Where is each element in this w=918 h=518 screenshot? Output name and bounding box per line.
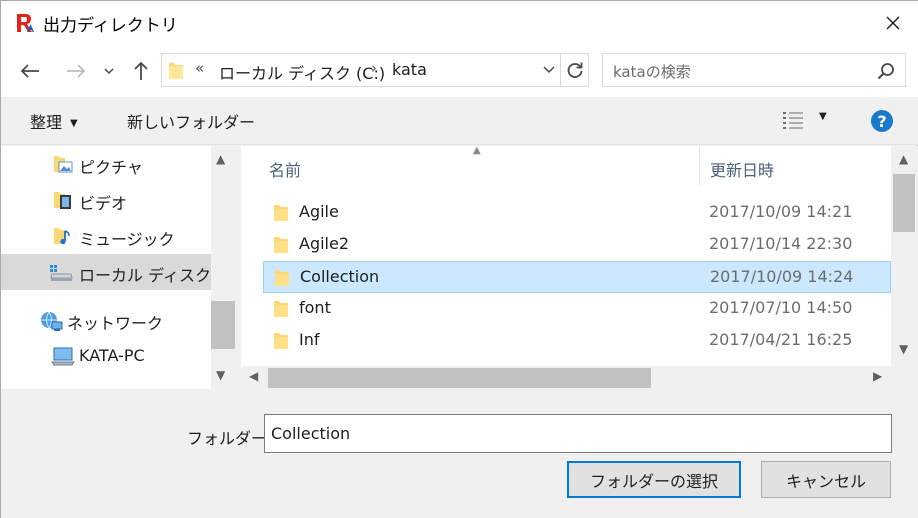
scroll-right-icon[interactable]: ▶ [873,369,882,383]
forward-button[interactable] [62,58,90,84]
command-bar: 整理 ▼ 新しいフォルダー ▼ [1,97,918,145]
breadcrumb-separator-icon[interactable]: › [371,59,377,77]
column-header-name[interactable]: 名前 [241,146,699,186]
file-modified: 2017/10/14 22:30 [709,234,853,253]
search-icon[interactable] [877,62,895,80]
organize-button[interactable]: 整理 ▼ [30,109,78,133]
navigation-pane: ピクチャ ビデオ ミュージック ローカル ディスク (C:) ネットワ [1,146,235,389]
file-row[interactable]: Agile 2017/10/09 14:21 [263,197,891,229]
column-name-label: 名前 [269,161,302,180]
file-modified: 2017/10/09 14:21 [709,202,853,221]
nav-pane-scrollbar[interactable]: ▲ ▼ [211,146,235,389]
nav-item-label: ネットワーク [67,314,164,333]
arrow-up-icon [134,61,148,80]
select-folder-button[interactable]: フォルダーの選択 [567,461,741,498]
scrollbar-corner [891,366,918,389]
file-name: Inf [299,330,320,349]
file-row-selected[interactable]: Collection 2017/10/09 14:24 [263,261,891,293]
back-button[interactable] [16,58,44,84]
local-disk-icon [50,265,73,281]
file-row[interactable]: Agile2 2017/10/14 22:30 [263,229,891,261]
file-list-horizontal-scrollbar[interactable]: ◀ ▶ [241,366,891,389]
scroll-left-icon[interactable]: ◀ [249,369,258,383]
folder-icon [274,333,288,349]
dialog-footer: フォルダー: フォルダーの選択 キャンセル [1,389,918,518]
file-modified: 2017/10/09 14:24 [710,267,854,286]
new-folder-button[interactable]: 新しいフォルダー [127,109,255,133]
scroll-up-icon[interactable]: ▲ [216,152,225,166]
caret-down-icon: ▼ [70,118,78,129]
search-input[interactable]: kataの検索 [613,61,691,82]
folder-icon [169,63,183,79]
folder-icon [274,301,288,317]
file-row[interactable]: Inf 2017/04/21 16:25 [263,325,891,357]
organize-label: 整理 [30,113,63,132]
nav-item-label: ビデオ [79,194,128,213]
file-name: Agile2 [299,234,350,253]
window-title: 出力ディレクトリ [43,16,178,36]
close-button[interactable] [869,1,917,45]
recent-locations-button[interactable] [97,58,121,84]
folder-field-label: フォルダー: [187,429,273,448]
up-button[interactable] [127,58,155,84]
refresh-button[interactable] [560,54,588,86]
column-modified-label: 更新日時 [710,161,775,180]
nav-item-label: KATA-PC [79,346,145,365]
overflow-chevron-icon[interactable]: « [195,59,204,77]
title-bar: 出力ディレクトリ [1,1,918,45]
close-icon [886,16,900,30]
nav-item-videos[interactable]: ビデオ [1,182,211,218]
file-list-vertical-scrollbar[interactable]: ▲ ▼ [891,146,918,366]
app-logo-icon [15,12,37,34]
help-icon[interactable]: ? [871,110,893,132]
chevron-down-icon [543,66,555,74]
file-row[interactable]: font 2017/07/10 14:50 [263,293,891,325]
scroll-down-icon[interactable]: ▼ [216,368,225,382]
file-name: Collection [300,267,380,286]
view-options-caret-icon[interactable]: ▼ [819,111,827,122]
folder-icon [274,205,288,221]
videos-folder-icon [54,192,71,209]
column-header-modified[interactable]: 更新日時 [700,146,891,186]
breadcrumb-local-disk[interactable]: ローカル ディスク (C:) [219,60,385,84]
refresh-icon [567,62,582,78]
arrow-right-icon [67,64,86,78]
file-modified: 2017/07/10 14:50 [709,298,853,317]
pictures-folder-icon [54,156,73,173]
chevron-down-icon [104,68,114,75]
nav-item-network[interactable]: ネットワーク [1,302,211,338]
arrow-left-icon [20,64,39,78]
details-view-icon[interactable] [783,111,805,129]
search-box[interactable]: kataの検索 [602,53,906,87]
folder-icon [275,270,289,286]
scroll-up-icon[interactable]: ▲ [899,152,908,166]
nav-item-pictures[interactable]: ピクチャ [1,146,211,182]
nav-item-music[interactable]: ミュージック [1,218,211,254]
network-icon [41,311,63,331]
file-list: ▲ 名前 更新日時 Agile 2017/10/09 14:21 Agile2 … [241,145,918,389]
nav-item-label: ミュージック [79,230,175,249]
folder-icon [274,237,288,253]
navigation-bar: « ローカル ディスク (C:) › kata kataの検索 [1,45,918,97]
file-name: font [299,298,331,317]
scroll-down-icon[interactable]: ▼ [899,342,908,356]
cancel-button[interactable]: キャンセル [761,461,891,498]
folder-name-field[interactable] [264,414,892,453]
scrollbar-thumb[interactable] [268,368,651,388]
nav-item-label: ローカル ディスク (C:) [79,266,211,285]
music-folder-icon [54,228,70,245]
file-modified: 2017/04/21 16:25 [709,330,853,349]
file-name: Agile [299,202,339,221]
scrollbar-thumb[interactable] [211,301,235,349]
computer-icon [51,347,75,366]
breadcrumb-kata[interactable]: kata [392,60,427,79]
folder-picker-dialog: 出力ディレクトリ « ローカル ディスク (C:) › kata kataの検索… [0,0,918,518]
nav-item-label: ピクチャ [79,158,143,177]
nav-item-local-disk[interactable]: ローカル ディスク (C:) [1,254,211,290]
scrollbar-thumb[interactable] [893,174,915,232]
address-dropdown-button[interactable] [538,59,560,81]
address-bar[interactable]: « ローカル ディスク (C:) › kata [161,53,589,87]
nav-item-computer[interactable]: KATA-PC [1,338,211,374]
